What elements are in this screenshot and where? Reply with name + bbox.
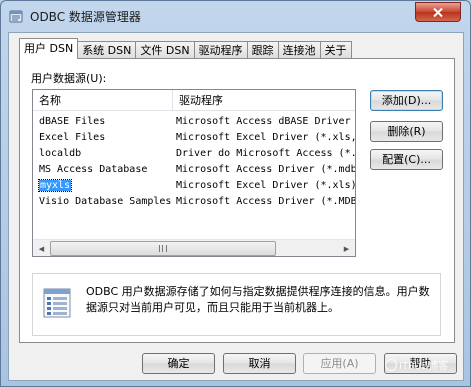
add-button[interactable]: 添加(D)... <box>370 90 443 111</box>
tab-strip: 用户 DSN 系统 DSN 文件 DSN 驱动程序 跟踪 连接池 关于 <box>19 38 352 59</box>
tab-tracing[interactable]: 跟踪 <box>246 41 279 59</box>
arrow-right-icon: ▶ <box>343 244 350 253</box>
dsn-name: myxls <box>37 179 73 192</box>
column-header-driver[interactable]: 驱动程序 <box>173 90 355 111</box>
tab-user-dsn[interactable]: 用户 DSN <box>19 38 79 59</box>
dsn-name: localdb <box>39 148 82 159</box>
grip-icon <box>159 245 167 252</box>
dsn-driver: Microsoft Access Driver (*.MDB <box>176 196 355 207</box>
info-description: ODBC 用户数据源存储了如何与指定数据提供程序连接的信息。用户数据源只对当前用… <box>86 285 430 314</box>
tab-system-dsn[interactable]: 系统 DSN <box>77 41 137 59</box>
list-item[interactable]: Excel Files Microsoft Excel Driver (*.xl… <box>33 130 355 146</box>
dsn-name: Excel Files <box>39 132 106 143</box>
apply-button[interactable]: 应用(A) <box>303 353 376 374</box>
list-rows: dBASE Files Microsoft Access dBASE Drive… <box>33 114 355 210</box>
arrow-left-icon: ◀ <box>38 244 45 253</box>
configure-button[interactable]: 配置(C)... <box>370 149 443 170</box>
list-item[interactable]: MS Access Database Microsoft Access Driv… <box>33 162 355 178</box>
dsn-driver: Microsoft Excel Driver (*.xls) <box>176 180 355 191</box>
dsn-driver: Microsoft Access dBASE Driver <box>176 116 351 127</box>
odbc-database-icon <box>9 10 23 23</box>
list-header: 名称 驱动程序 <box>33 90 355 111</box>
close-button[interactable] <box>415 2 461 22</box>
ok-button[interactable]: 确定 <box>142 353 215 374</box>
scroll-right-button[interactable]: ▶ <box>338 240 355 256</box>
scroll-left-button[interactable]: ◀ <box>33 240 50 256</box>
dsn-name: Visio Database Samples <box>39 196 172 207</box>
tab-file-dsn[interactable]: 文件 DSN <box>135 41 195 59</box>
list-item[interactable]: Visio Database Samples Microsoft Access … <box>33 194 355 210</box>
tab-connection-pooling[interactable]: 连接池 <box>277 41 321 59</box>
tab-about[interactable]: 关于 <box>319 41 352 59</box>
title-bar[interactable]: ODBC 数据源管理器 <box>1 1 470 31</box>
tab-drivers[interactable]: 驱动程序 <box>193 41 248 59</box>
odbc-window: ODBC 数据源管理器 用户 DSN 系统 DSN 文件 DSN 驱动程序 跟踪… <box>0 0 471 387</box>
user-data-sources-label: 用户数据源(U): <box>31 72 107 85</box>
watermark: ITPUB博客 <box>385 357 448 372</box>
remove-button[interactable]: 删除(R) <box>370 121 443 142</box>
window-title: ODBC 数据源管理器 <box>30 10 141 24</box>
user-dsn-list[interactable]: 名称 驱动程序 dBASE Files Microsoft Access dBA… <box>32 89 356 257</box>
document-list-icon <box>43 288 71 318</box>
info-box: ODBC 用户数据源存储了如何与指定数据提供程序连接的信息。用户数据源只对当前用… <box>32 273 441 336</box>
dsn-name: dBASE Files <box>39 116 106 127</box>
cancel-button[interactable]: 取消 <box>223 353 296 374</box>
watermark-text: ITPUB博客 <box>399 361 449 372</box>
list-item-selected[interactable]: myxls Microsoft Excel Driver (*.xls) <box>33 178 355 194</box>
user-dsn-panel: 用户数据源(U): 名称 驱动程序 dBASE Files Microsoft … <box>19 58 455 343</box>
scroll-thumb[interactable] <box>50 241 276 256</box>
dsn-driver: Driver do Microsoft Access (*. <box>176 148 355 159</box>
column-header-name[interactable]: 名称 <box>33 90 173 111</box>
dsn-name: MS Access Database <box>39 164 148 175</box>
watermark-logo-icon <box>385 359 397 371</box>
close-icon <box>433 7 443 17</box>
list-item[interactable]: dBASE Files Microsoft Access dBASE Drive… <box>33 114 355 130</box>
horizontal-scrollbar[interactable]: ◀ ▶ <box>33 239 355 256</box>
list-item[interactable]: localdb Driver do Microsoft Access (*. <box>33 146 355 162</box>
dsn-driver: Microsoft Excel Driver (*.xls, <box>176 132 355 143</box>
dialog-client-area: 用户 DSN 系统 DSN 文件 DSN 驱动程序 跟踪 连接池 关于 用户数据… <box>8 32 464 381</box>
dsn-driver: Microsoft Access Driver (*.mdb <box>176 164 355 175</box>
